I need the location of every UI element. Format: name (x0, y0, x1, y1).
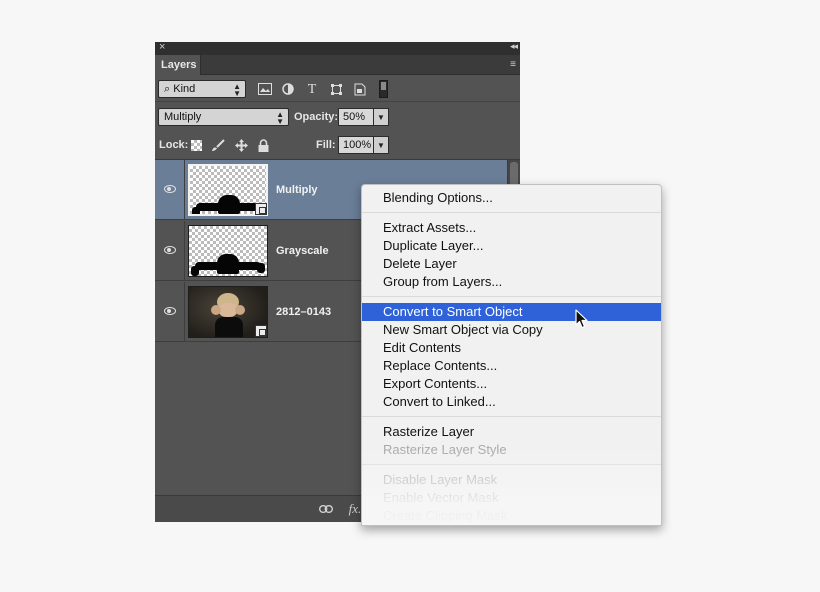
search-icon: ⌕ (164, 83, 171, 95)
visibility-toggle[interactable] (155, 160, 185, 220)
menu-item-new-smart-object-via-copy[interactable]: New Smart Object via Copy (362, 321, 661, 339)
filter-kind-dropdown[interactable]: ⌕ Kind ▲ ▼ (158, 80, 246, 98)
menu-item-delete-layer[interactable]: Delete Layer (362, 255, 661, 273)
panel-title-strip: × ◂◂ (155, 42, 520, 55)
layer-thumbnail (188, 225, 268, 277)
link-layers-icon[interactable] (318, 502, 334, 516)
layer-name[interactable]: Grayscale (276, 245, 329, 257)
opacity-slider-button[interactable]: ▼ (374, 108, 389, 126)
menu-item-extract-assets[interactable]: Extract Assets... (362, 219, 661, 237)
eye-icon (164, 185, 176, 193)
panel-tab-bar: Layers ≡ (155, 55, 520, 75)
brush-icon[interactable] (211, 139, 225, 152)
visibility-toggle[interactable] (155, 221, 185, 281)
menu-separator (362, 464, 661, 465)
updown-arrows-icon: ▲ ▼ (233, 82, 241, 98)
eye-icon (164, 246, 176, 254)
blend-mode-dropdown[interactable]: Multiply ▲ ▼ (158, 108, 289, 126)
menu-item-convert-to-smart-object[interactable]: Convert to Smart Object (362, 303, 661, 321)
smart-object-badge-icon (255, 203, 267, 215)
lock-label: Lock: (159, 139, 189, 151)
menu-separator (362, 212, 661, 213)
shape-layer-filter-icon[interactable] (329, 83, 343, 96)
collapse-icon[interactable]: ◂◂ (510, 42, 518, 52)
blend-mode-value: Multiply (164, 111, 202, 123)
menu-separator (362, 416, 661, 417)
panel-menu-icon[interactable]: ≡ (510, 59, 516, 70)
menu-item-enable-vector-mask: Enable Vector Mask (383, 490, 499, 505)
close-icon[interactable]: × (159, 42, 165, 53)
filter-kind-label: Kind (173, 83, 196, 95)
fill-slider-button[interactable]: ▼ (374, 136, 389, 154)
lock-icon[interactable] (257, 139, 270, 152)
menu-item-disable-layer-mask: Disable Layer Mask (383, 472, 498, 487)
menu-item-blending-options[interactable]: Blending Options... (362, 189, 661, 207)
visibility-toggle[interactable] (155, 282, 185, 342)
pixel-layer-filter-icon[interactable] (258, 83, 272, 96)
blend-row: Multiply ▲ ▼ Opacity: 50% ▼ (155, 104, 520, 130)
lock-row: Lock: Fill: 100% ▼ (155, 132, 520, 158)
layer-name[interactable]: Multiply (276, 184, 318, 196)
menu-item-convert-to-linked[interactable]: Convert to Linked... (362, 393, 661, 411)
layer-name[interactable]: 2812–0143 (276, 306, 331, 318)
menu-item-export-contents[interactable]: Export Contents... (362, 375, 661, 393)
smart-object-filter-icon[interactable] (353, 83, 367, 96)
filter-row: ⌕ Kind ▲ ▼ T (155, 76, 520, 102)
eye-icon (164, 307, 176, 315)
opacity-label: Opacity: (294, 111, 339, 123)
menu-item-edit-contents[interactable]: Edit Contents (362, 339, 661, 357)
lock-transparent-pixels-icon[interactable] (191, 140, 202, 151)
move-icon[interactable] (235, 139, 248, 152)
menu-item-replace-contents[interactable]: Replace Contents... (362, 357, 661, 375)
menu-separator (362, 296, 661, 297)
mouse-pointer-icon (575, 309, 588, 329)
layer-context-menu: Blending Options... Extract Assets... Du… (361, 184, 662, 526)
updown-arrows-icon: ▲ ▼ (276, 110, 284, 126)
menu-item-create-clipping-mask: Create Clipping Mask (383, 508, 508, 523)
menu-item-rasterize-layer-style: Rasterize Layer Style (383, 442, 507, 457)
filter-toggle-switch[interactable] (379, 80, 388, 98)
menu-item-rasterize-layer[interactable]: Rasterize Layer (362, 423, 661, 441)
opacity-input[interactable]: 50% (338, 108, 374, 126)
smart-object-badge-icon (255, 325, 267, 337)
menu-item-group-from-layers[interactable]: Group from Layers... (362, 273, 661, 291)
fill-input[interactable]: 100% (338, 136, 374, 154)
adjustment-layer-filter-icon[interactable] (281, 83, 295, 96)
fill-label: Fill: (316, 139, 336, 151)
type-layer-filter-icon[interactable]: T (305, 83, 319, 97)
menu-item-duplicate-layer[interactable]: Duplicate Layer... (362, 237, 661, 255)
tab-layers[interactable]: Layers (155, 55, 201, 75)
divider (155, 101, 520, 102)
